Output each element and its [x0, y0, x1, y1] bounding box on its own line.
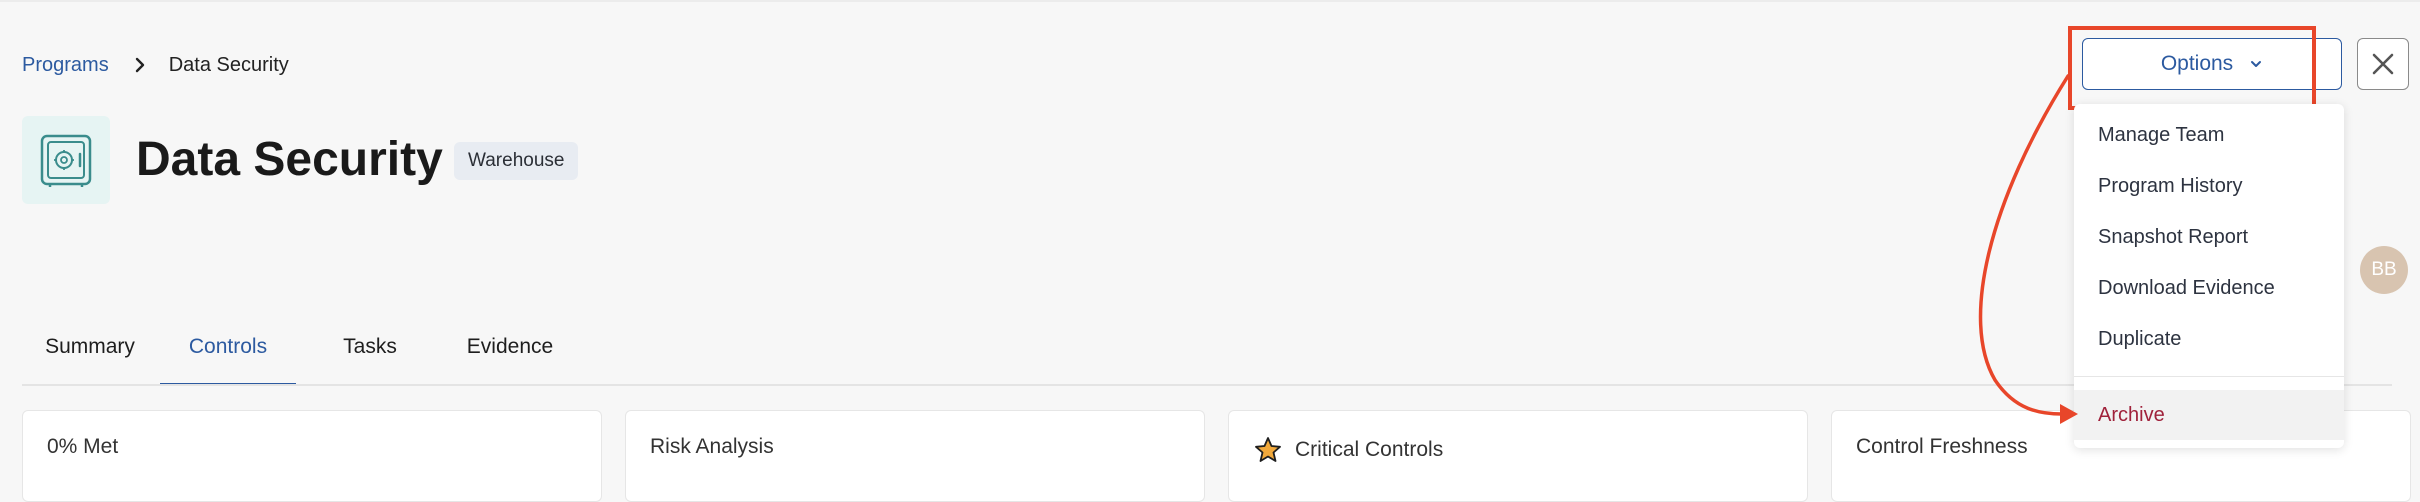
- tab-tasks[interactable]: Tasks: [314, 320, 426, 384]
- card-title: 0% Met: [47, 435, 119, 458]
- options-button-label: Options: [2160, 52, 2234, 75]
- breadcrumb-programs-link[interactable]: Programs: [22, 54, 109, 77]
- card-critical-controls: Critical Controls: [1228, 410, 1808, 502]
- card-title: Critical Controls: [1295, 438, 1444, 461]
- chevron-down-icon: [2251, 61, 2262, 67]
- card-title-row: Critical Controls: [1253, 435, 1443, 465]
- close-icon: [2372, 53, 2394, 75]
- options-dropdown-menu: Manage Team Program History Snapshot Rep…: [2074, 104, 2344, 448]
- tab-evidence[interactable]: Evidence: [442, 320, 578, 384]
- breadcrumb: Programs Data Security: [22, 50, 289, 80]
- close-button[interactable]: [2357, 38, 2409, 90]
- card-risk-analysis: Risk Analysis: [625, 410, 1205, 502]
- star-icon: [1255, 437, 1281, 462]
- menu-item-snapshot-report[interactable]: Snapshot Report: [2074, 214, 2344, 260]
- card-met: 0% Met: [22, 410, 602, 502]
- annotation-arrow: [1978, 74, 2078, 424]
- tab-bar: Summary Controls Tasks Evidence: [22, 320, 2392, 386]
- card-title: Control Freshness: [1856, 435, 2028, 458]
- card-title: Risk Analysis: [650, 435, 774, 458]
- menu-divider: [2074, 376, 2344, 377]
- program-tag-badge: Warehouse: [454, 142, 579, 180]
- tab-controls[interactable]: Controls: [160, 320, 296, 386]
- avatar[interactable]: BB: [2360, 246, 2408, 294]
- safe-icon: [40, 134, 92, 187]
- tab-summary[interactable]: Summary: [22, 320, 158, 384]
- program-icon: [22, 116, 110, 204]
- menu-item-program-history[interactable]: Program History: [2074, 163, 2344, 209]
- breadcrumb-current: Data Security: [168, 53, 289, 76]
- chevron-right-icon: [135, 57, 144, 73]
- tabs-divider: [22, 384, 2392, 386]
- menu-item-manage-team[interactable]: Manage Team: [2074, 112, 2344, 158]
- menu-item-archive[interactable]: Archive: [2074, 390, 2344, 440]
- menu-item-duplicate[interactable]: Duplicate: [2074, 316, 2344, 362]
- options-button[interactable]: Options: [2082, 38, 2342, 90]
- top-border: [0, 0, 2420, 2]
- page-title: Data Security: [136, 133, 443, 186]
- menu-item-download-evidence[interactable]: Download Evidence: [2074, 265, 2344, 311]
